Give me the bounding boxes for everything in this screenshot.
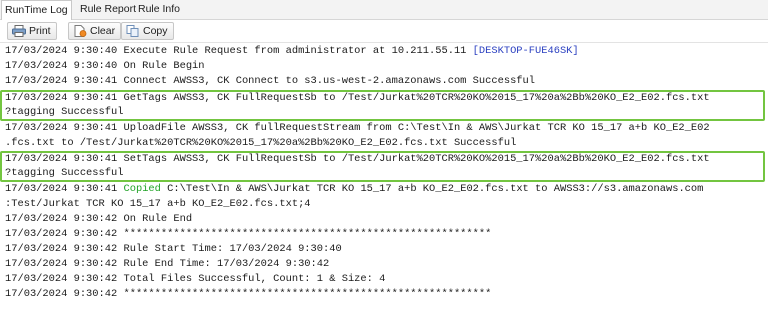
copy-icon [126, 25, 140, 37]
copy-button[interactable]: Copy [121, 22, 174, 40]
log-line: ?tagging Successful [5, 167, 124, 179]
log-line: 17/03/2024 9:30:41 UploadFile AWSS3, CK … [5, 122, 710, 134]
log-line: 17/03/2024 9:30:41 Copied C:\Test\In & A… [5, 183, 704, 195]
printer-icon [12, 25, 26, 37]
log-line: 17/03/2024 9:30:41 SetTags AWSS3, CK Ful… [5, 153, 710, 165]
clear-document-icon [73, 25, 87, 37]
clear-button[interactable]: Clear [68, 22, 122, 40]
print-button[interactable]: Print [7, 22, 57, 40]
log-line: 17/03/2024 9:30:42 Rule Start Time: 17/0… [5, 243, 342, 255]
tab-runtime-log[interactable]: RunTime Log [1, 0, 72, 20]
tab-rule-report[interactable]: Rule Report [77, 0, 139, 19]
print-button-label: Print [29, 25, 51, 37]
log-line: 17/03/2024 9:30:41 Connect AWSS3, CK Con… [5, 75, 536, 87]
copy-button-label: Copy [143, 25, 168, 37]
tab-rule-info[interactable]: Rule Info [135, 0, 183, 19]
log-line: 17/03/2024 9:30:42 Total Files Successfu… [5, 273, 386, 285]
log-line: .fcs.txt to /Test/Jurkat%20TCR%20KO%2015… [5, 137, 517, 149]
machine-name: [DESKTOP-FUE46SK] [472, 45, 579, 57]
log-line: ?tagging Successful [5, 106, 124, 118]
runtime-log-panel[interactable]: 17/03/2024 9:30:40 Execute Rule Request … [0, 43, 768, 314]
log-line: 17/03/2024 9:30:42 Rule End Time: 17/03/… [5, 258, 330, 270]
log-line: 17/03/2024 9:30:41 GetTags AWSS3, CK Ful… [5, 92, 710, 104]
tab-bar: RunTime Log Rule Report Rule Info [0, 0, 768, 20]
log-line: 17/03/2024 9:30:42 *********************… [5, 228, 492, 240]
log-line: :Test/Jurkat TCR KO 15_17 a+b KO_E2_E02.… [5, 198, 311, 210]
log-line: 17/03/2024 9:30:40 Execute Rule Request … [5, 45, 579, 57]
log-line: 17/03/2024 9:30:42 *********************… [5, 288, 492, 300]
clear-button-label: Clear [90, 25, 116, 37]
log-toolbar: Print Clear Copy [0, 20, 768, 43]
copied-status: Copied [123, 183, 161, 195]
log-line: 17/03/2024 9:30:40 On Rule Begin [5, 60, 205, 72]
log-line: 17/03/2024 9:30:42 On Rule End [5, 213, 193, 225]
